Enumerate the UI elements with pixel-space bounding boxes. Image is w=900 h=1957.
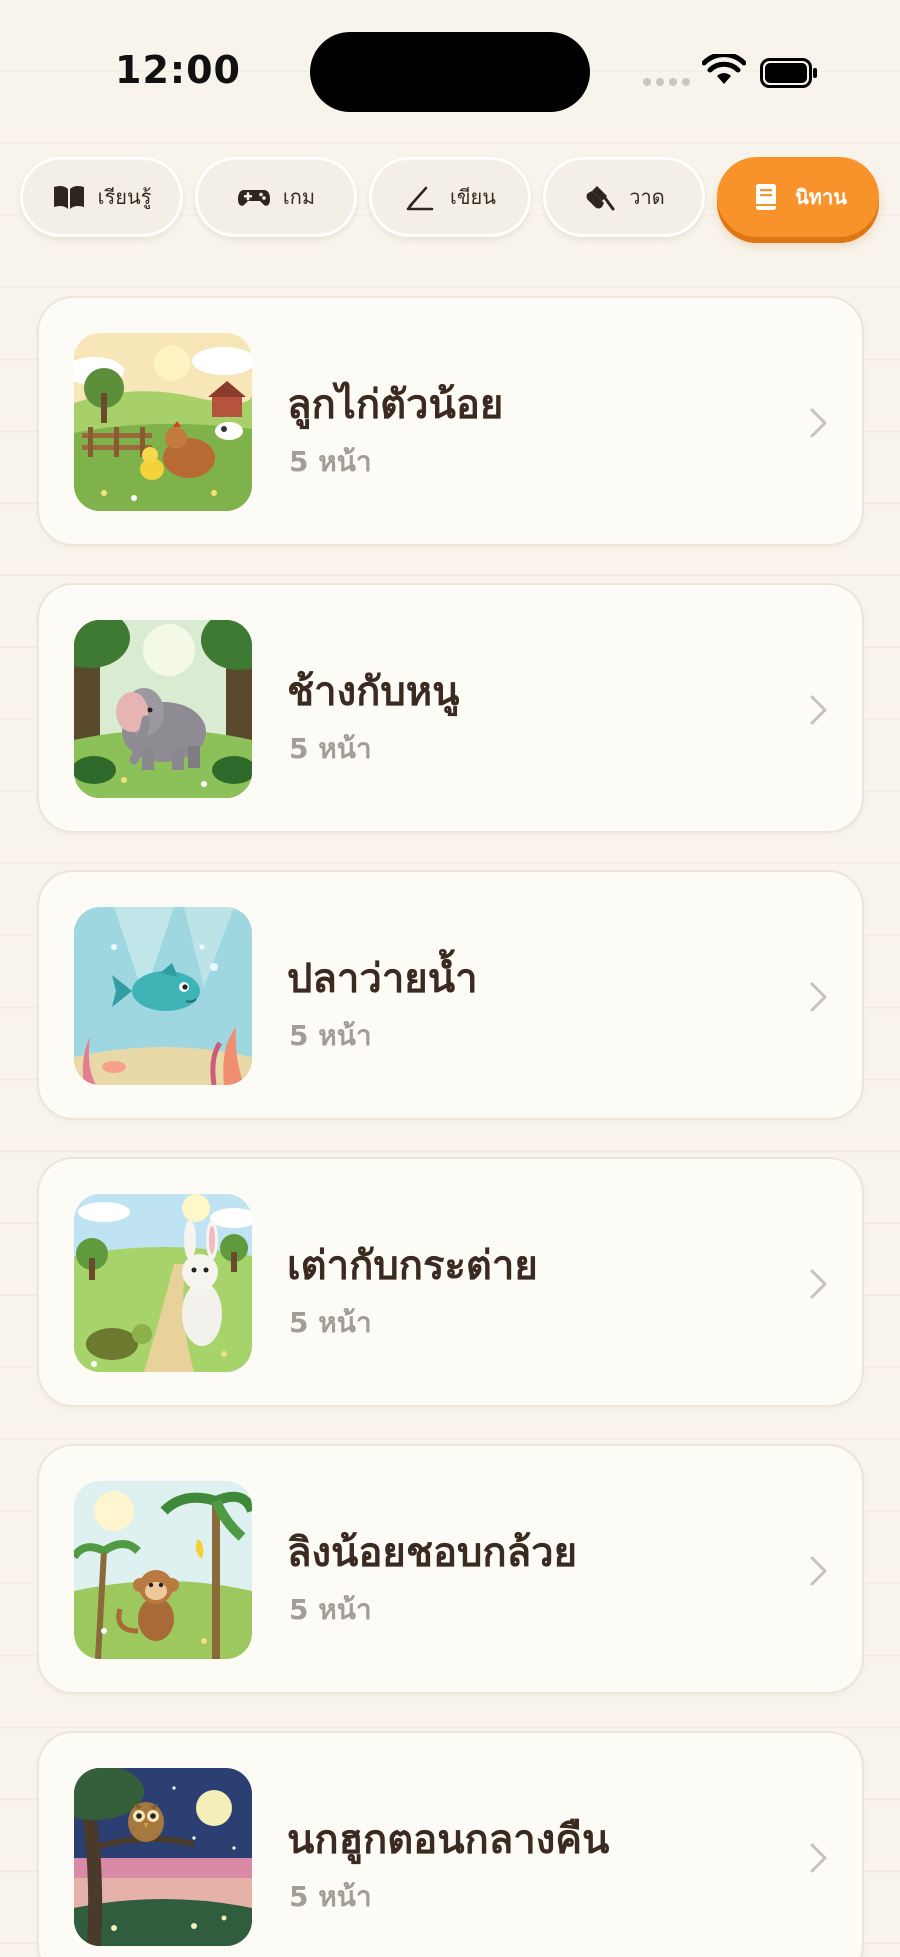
tab-label: เขียน	[450, 185, 496, 209]
story-card[interactable]: ช้างกับหนู 5 หน้า	[37, 583, 864, 833]
story-title: ปลาว่ายน้ำ	[287, 956, 478, 1002]
story-title: ช้างกับหนู	[287, 669, 460, 715]
wifi-icon	[702, 54, 746, 84]
story-page-count: 5 หน้า	[289, 1593, 372, 1626]
storybook-icon	[756, 184, 777, 210]
chevron-right-icon	[810, 982, 827, 1012]
chevron-right-icon	[810, 1556, 827, 1586]
jungle-monkey-illustration	[74, 1481, 252, 1659]
story-page-count: 5 หน้า	[289, 1019, 372, 1052]
story-page-count: 5 หน้า	[289, 732, 372, 765]
story-title: ลูกไก่ตัวน้อย	[287, 382, 504, 428]
story-title: นกฮูกตอนกลางคืน	[287, 1817, 610, 1863]
tab-write[interactable]: เขียน	[369, 157, 531, 237]
chevron-right-icon	[810, 1269, 827, 1299]
story-title: ลิงน้อยชอบกล้วย	[287, 1530, 578, 1576]
tab-game[interactable]: เกม	[195, 157, 357, 237]
category-tabs: เรียนรู้ เกม เขียน วาด นิทาน	[20, 157, 882, 241]
tab-label: วาด	[629, 185, 665, 209]
chevron-right-icon	[810, 1843, 827, 1873]
story-card[interactable]: นกฮูกตอนกลางคืน 5 หน้า	[37, 1731, 864, 1957]
night-owl-illustration	[74, 1768, 252, 1946]
story-thumbnail	[74, 620, 252, 798]
story-page-count: 5 หน้า	[289, 1306, 372, 1339]
clock: 12:00	[115, 48, 241, 92]
story-thumbnail	[74, 1194, 252, 1372]
brush-icon	[586, 186, 615, 211]
book-open-icon	[53, 185, 84, 209]
tab-stories[interactable]: นิทาน	[717, 157, 879, 237]
story-thumbnail	[74, 1481, 252, 1659]
farm-chicken-illustration	[74, 333, 252, 511]
dynamic-island	[310, 32, 590, 112]
story-card[interactable]: ลูกไก่ตัวน้อย 5 หน้า	[37, 296, 864, 546]
battery-icon	[760, 58, 817, 88]
meadow-turtle-rabbit-illustration	[74, 1194, 252, 1372]
story-page-count: 5 หน้า	[289, 1880, 372, 1913]
chevron-right-icon	[810, 408, 827, 438]
tab-draw[interactable]: วาด	[543, 157, 705, 237]
forest-elephant-illustration	[74, 620, 252, 798]
cellular-signal-icon	[643, 78, 690, 86]
story-card[interactable]: ปลาว่ายน้ำ 5 หน้า	[37, 870, 864, 1120]
tab-learn[interactable]: เรียนรู้	[20, 157, 183, 237]
gamepad-icon	[237, 190, 270, 206]
story-thumbnail	[74, 333, 252, 511]
underwater-fish-illustration	[74, 907, 252, 1085]
status-bar: 12:00	[0, 0, 900, 130]
chevron-right-icon	[810, 695, 827, 725]
pencil-icon	[406, 186, 434, 211]
story-thumbnail	[74, 1768, 252, 1946]
story-title: เต่ากับกระต่าย	[287, 1243, 538, 1289]
story-thumbnail	[74, 907, 252, 1085]
tab-label: เกม	[282, 185, 316, 209]
tab-label: นิทาน	[795, 185, 847, 209]
story-card[interactable]: ลิงน้อยชอบกล้วย 5 หน้า	[37, 1444, 864, 1694]
story-card[interactable]: เต่ากับกระต่าย 5 หน้า	[37, 1157, 864, 1407]
tab-label: เรียนรู้	[97, 185, 152, 209]
story-page-count: 5 หน้า	[289, 445, 372, 478]
